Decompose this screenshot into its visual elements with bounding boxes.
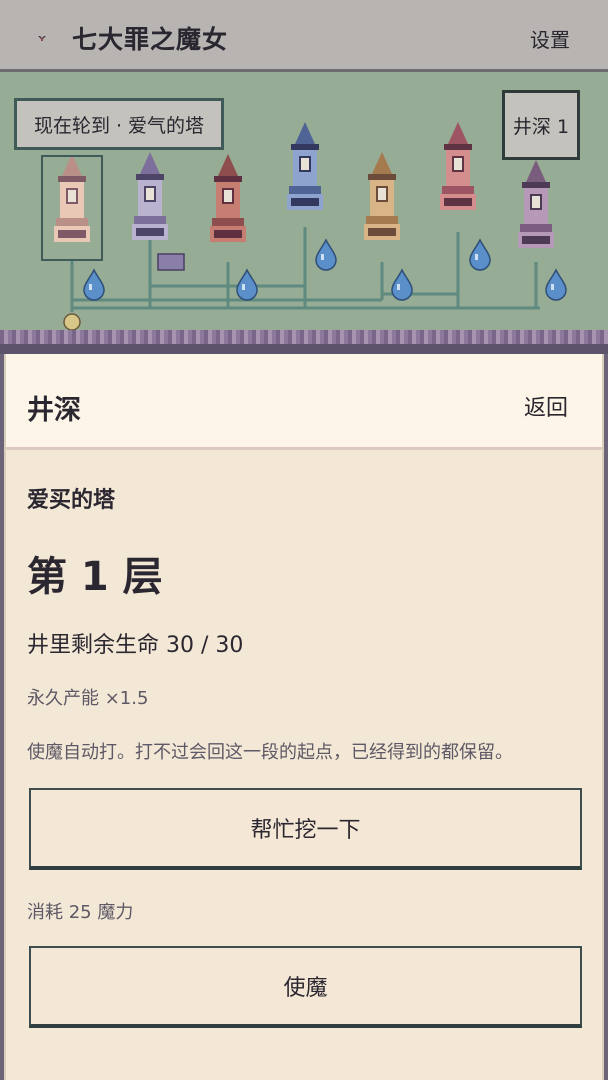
- tower-1[interactable]: [54, 154, 90, 242]
- well-life-text: 井里剩余生命 30 / 30: [27, 633, 244, 658]
- water-drop-icon: [236, 268, 258, 301]
- tower-5[interactable]: [364, 152, 400, 240]
- water-drop-icon: [315, 238, 337, 271]
- well-depth-badge[interactable]: 井深 1: [502, 90, 580, 160]
- floor-label: 第 1 层: [27, 554, 163, 600]
- tower-4[interactable]: [287, 122, 323, 210]
- water-drop-icon: [545, 268, 567, 301]
- back-button[interactable]: 返回: [524, 390, 568, 422]
- turn-indicator: 现在轮到 · 爱气的塔: [14, 98, 224, 150]
- game-scene: 现在轮到 · 爱气的塔 井深 1: [0, 72, 608, 344]
- drop-highlight: [89, 284, 92, 290]
- drop-highlight: [475, 254, 478, 260]
- player-sprite: [63, 313, 81, 331]
- scene-floor: [0, 330, 608, 344]
- water-drop-icon: [469, 238, 491, 271]
- well-pot-icon: [157, 253, 185, 271]
- drop-highlight: [551, 284, 554, 290]
- water-drop-icon: [391, 268, 413, 301]
- tower-6[interactable]: [440, 122, 476, 210]
- bat-icon: [38, 36, 46, 41]
- tower-name: 爱买的塔: [27, 488, 116, 513]
- scene-divider: [0, 344, 608, 354]
- panel-title: 井深: [27, 395, 81, 426]
- well-panel: 井深 返回 爱买的塔 第 1 层 井里剩余生命 30 / 30 永久产能 ×1.…: [4, 354, 604, 1080]
- drop-highlight: [397, 284, 400, 290]
- drop-highlight: [242, 284, 245, 290]
- tower-3[interactable]: [210, 154, 246, 242]
- permanent-bonus-text: 永久产能 ×1.5: [27, 688, 149, 709]
- dig-button[interactable]: 帮忙挖一下: [29, 788, 582, 870]
- familiar-button[interactable]: 使魔: [29, 946, 582, 1028]
- mana-cost-label: 消耗 25 魔力: [27, 902, 134, 923]
- water-drop-icon: [83, 268, 105, 301]
- panel-header: 井深 返回: [6, 354, 602, 450]
- tower-2[interactable]: [132, 152, 168, 240]
- tower-7[interactable]: [518, 160, 554, 248]
- top-bar: 七大罪之魔女 设置: [0, 0, 608, 72]
- app-title: 七大罪之魔女: [72, 25, 229, 54]
- settings-button[interactable]: 设置: [530, 24, 570, 53]
- drop-highlight: [321, 254, 324, 260]
- familiar-description: 使魔自动打。打不过会回这一段的起点，已经得到的都保留。: [27, 742, 513, 763]
